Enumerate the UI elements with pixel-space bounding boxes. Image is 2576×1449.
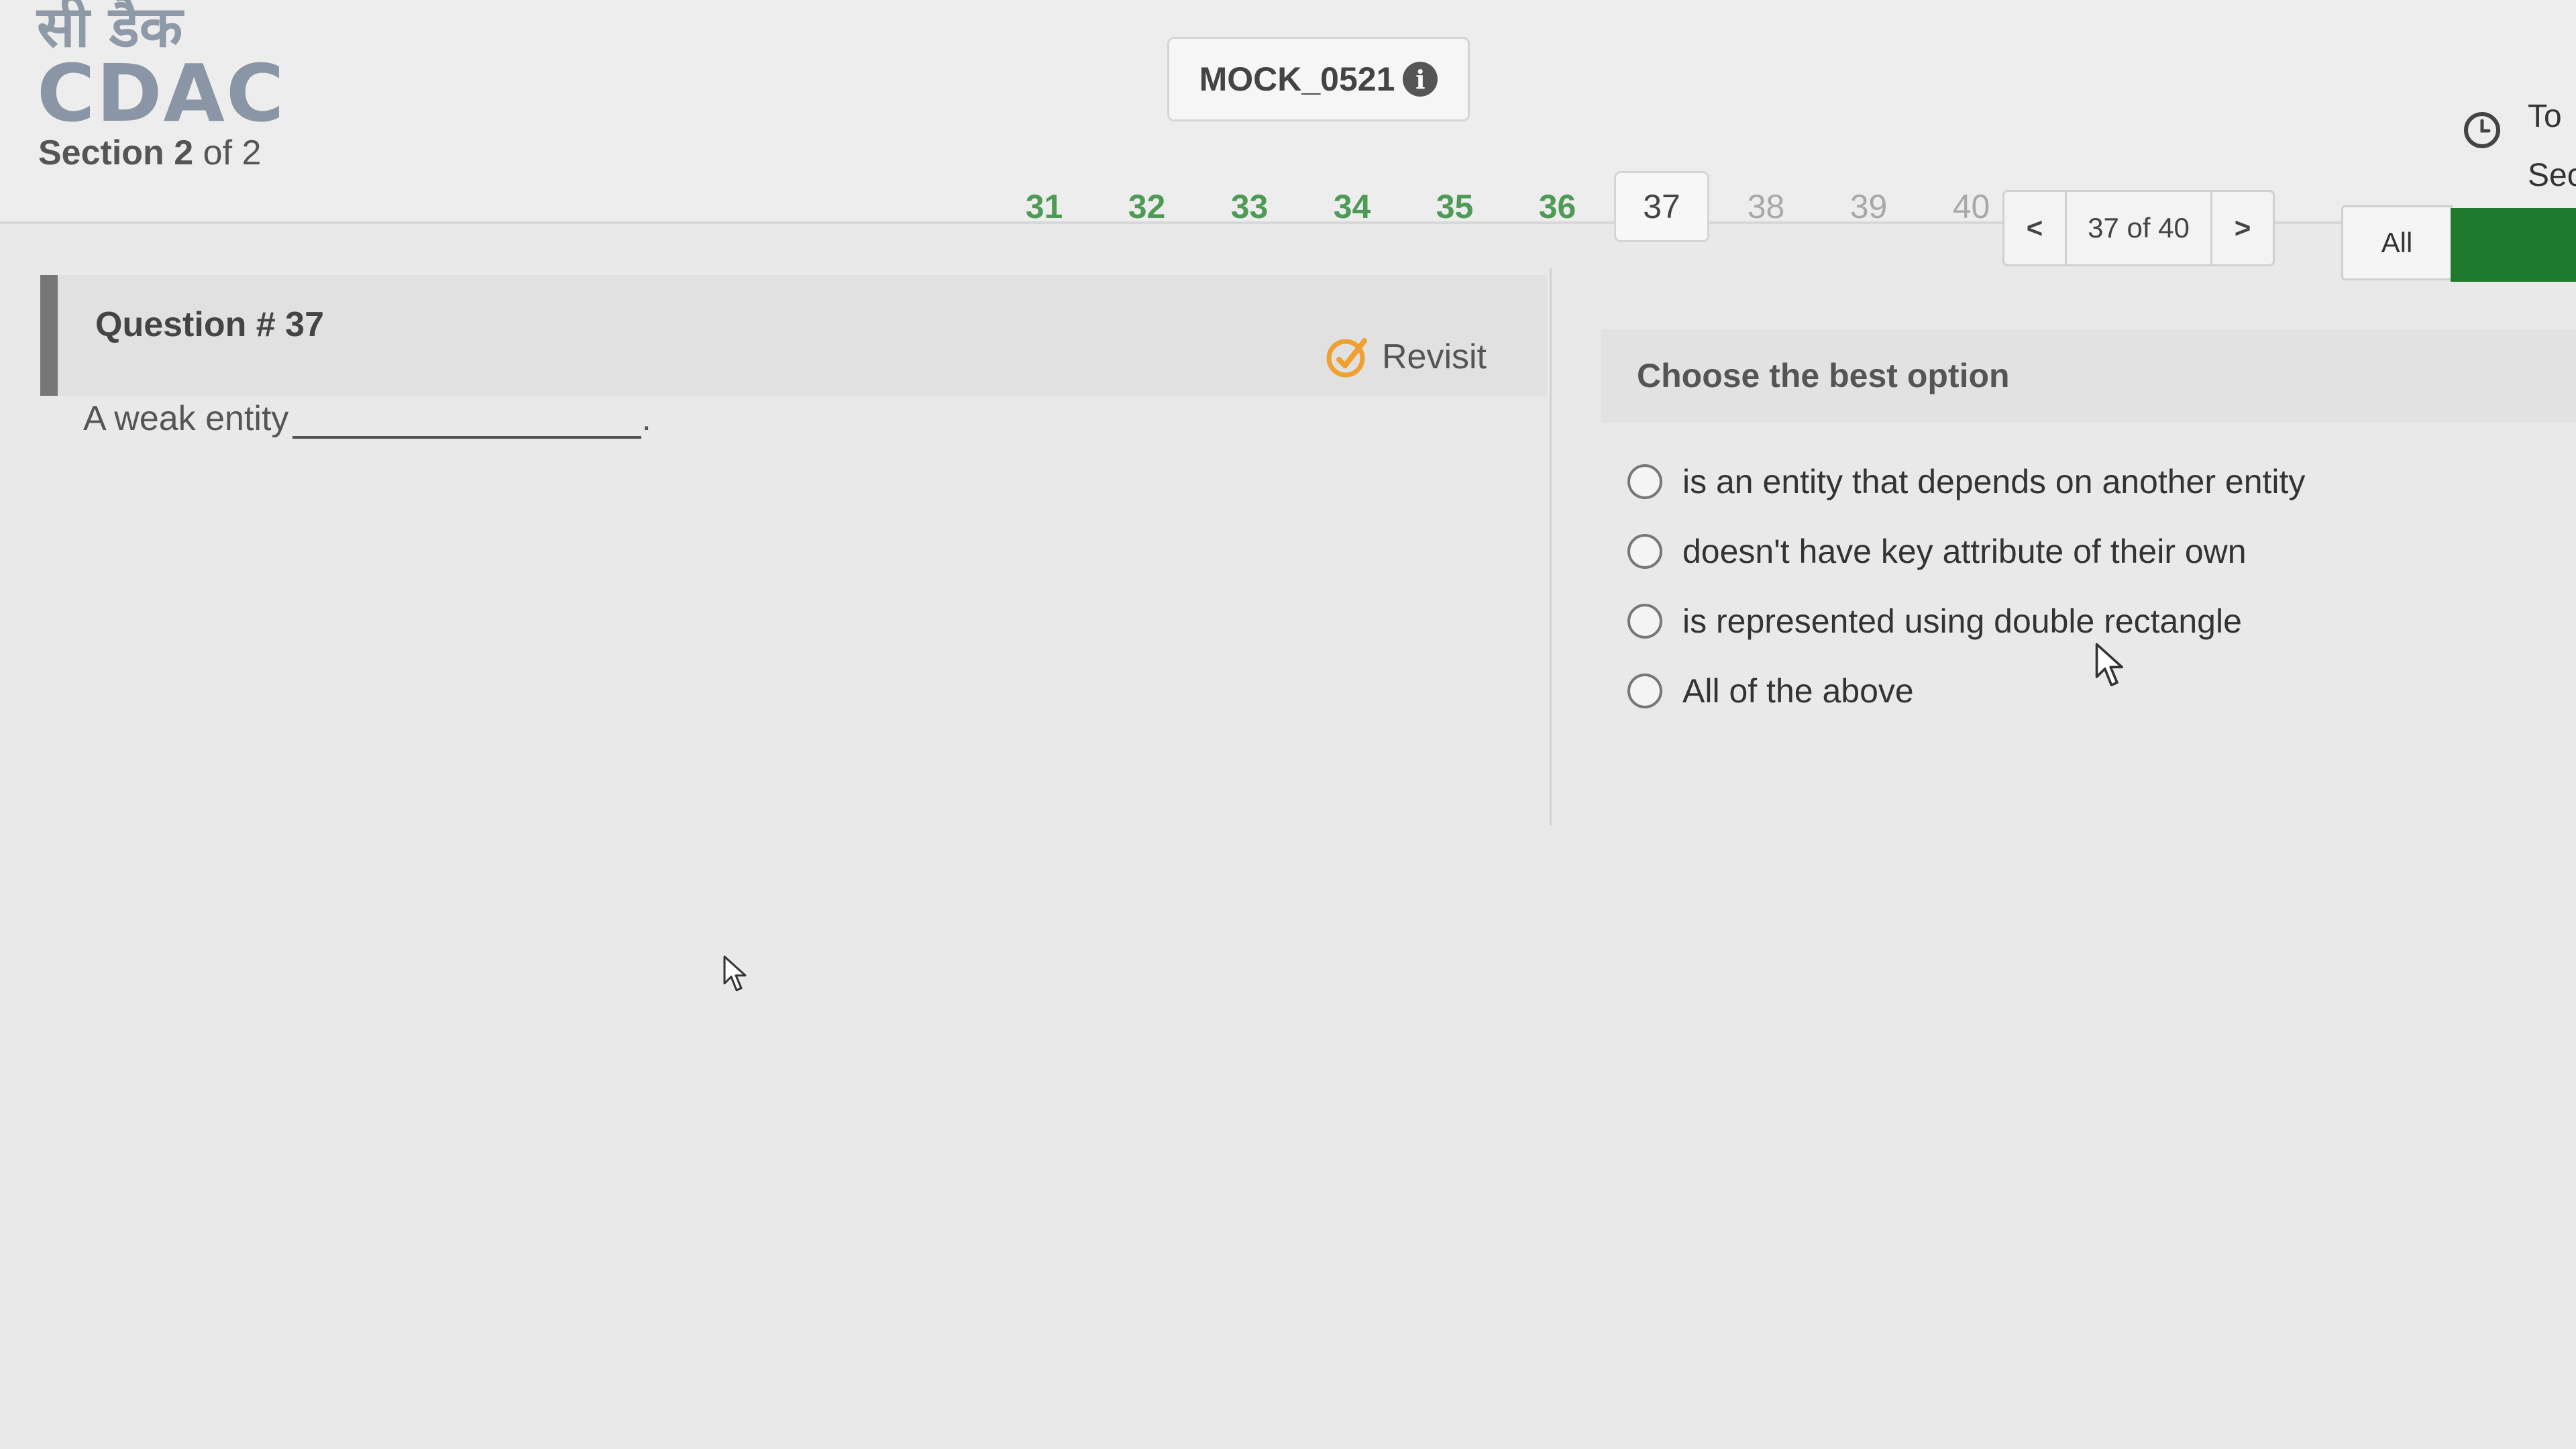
section-indicator: Section 2 of 2 xyxy=(38,133,261,173)
next-question-button[interactable]: > xyxy=(2212,212,2273,244)
question-header: Question # 37 Revisit xyxy=(40,275,1547,396)
question-number-36[interactable]: 36 xyxy=(1506,187,1609,226)
answer-panel: Choose the best option is an entity that… xyxy=(1601,329,2576,726)
mock-title: MOCK_0521 xyxy=(1199,60,1395,98)
green-action-button[interactable] xyxy=(2451,208,2576,282)
question-number-32[interactable]: 32 xyxy=(1095,187,1198,226)
question-panel: Question # 37 Revisit A weak entity. xyxy=(40,275,1547,1415)
cdac-logo: सी डैक CDAC xyxy=(37,0,286,140)
top-bar: सी डैक CDAC Section 2 of 2 MOCK_0521 i 3… xyxy=(0,0,2576,282)
info-icon[interactable]: i xyxy=(1403,62,1438,97)
edit-check-icon xyxy=(1326,338,1367,378)
filter-dropdown[interactable]: All xyxy=(2341,205,2453,280)
option-2[interactable]: doesn't have key attribute of their own xyxy=(1627,517,2576,586)
logo-cdac-text: CDAC xyxy=(37,47,286,140)
answer-prompt: Choose the best option xyxy=(1601,329,2576,423)
clock-icon xyxy=(2464,112,2500,148)
option-2-label: doesn't have key attribute of their own xyxy=(1682,533,2247,570)
option-3-label: is represented using double rectangle xyxy=(1682,602,2242,640)
timer-label: To Sec xyxy=(2528,87,2576,205)
section-prefix: Section xyxy=(38,133,164,172)
mock-title-box[interactable]: MOCK_0521 i xyxy=(1167,37,1470,121)
revisit-label: Revisit xyxy=(1381,337,1487,376)
question-number-38[interactable]: 38 xyxy=(1715,187,1817,226)
question-text: A weak entity. xyxy=(83,398,651,439)
question-number-39[interactable]: 39 xyxy=(1817,187,1920,226)
fill-blank-line xyxy=(292,402,642,439)
question-pager: < 37 of 40 > xyxy=(2002,190,2275,266)
section-current: 2 xyxy=(174,133,194,172)
option-4-radio[interactable] xyxy=(1627,674,1662,708)
option-4-label: All of the above xyxy=(1682,672,1914,710)
question-number-34[interactable]: 34 xyxy=(1301,187,1403,226)
option-3-radio[interactable] xyxy=(1627,604,1662,639)
option-2-radio[interactable] xyxy=(1627,534,1662,569)
question-period: . xyxy=(641,399,651,438)
question-number-35[interactable]: 35 xyxy=(1403,187,1506,226)
timer-label-line2: Sec xyxy=(2528,158,2576,193)
question-number-nav: 31 32 33 34 35 36 37 38 39 40 xyxy=(993,171,2023,242)
panel-divider xyxy=(1550,268,1552,825)
logo-hindi-text: सी डैक xyxy=(37,0,183,60)
question-title: Question # 37 xyxy=(95,305,324,344)
question-number-37-current[interactable]: 37 xyxy=(1614,171,1709,242)
answer-options: is an entity that depends on another ent… xyxy=(1601,447,2576,726)
timer-label-line1: To xyxy=(2528,99,2562,134)
section-suffix: of 2 xyxy=(203,133,262,172)
mouse-pointer-icon-secondary xyxy=(2095,643,2124,686)
question-number-33[interactable]: 33 xyxy=(1198,187,1301,226)
revisit-button[interactable]: Revisit xyxy=(1323,333,1487,381)
question-stem: A weak entity xyxy=(83,399,289,438)
prev-question-button[interactable]: < xyxy=(2004,212,2065,244)
page-count: 37 of 40 xyxy=(2065,192,2212,264)
question-number-31[interactable]: 31 xyxy=(993,187,1095,226)
option-1-radio[interactable] xyxy=(1627,464,1662,499)
option-1-label: is an entity that depends on another ent… xyxy=(1682,463,2306,500)
option-1[interactable]: is an entity that depends on another ent… xyxy=(1627,447,2576,517)
mouse-pointer-icon xyxy=(723,955,747,991)
